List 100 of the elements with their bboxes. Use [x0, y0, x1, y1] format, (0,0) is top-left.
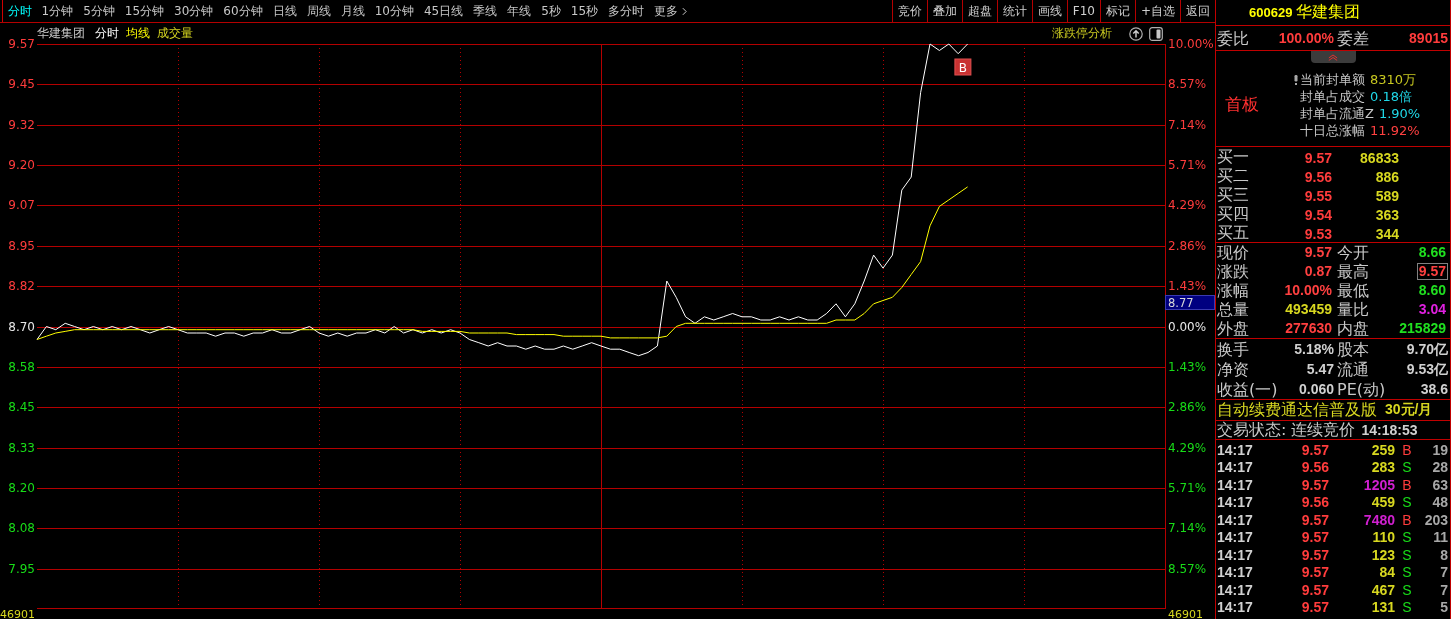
trade-count: 8	[1439, 546, 1448, 563]
stat-label: 净资	[1217, 359, 1249, 379]
period-tab[interactable]: 30分钟	[168, 0, 218, 22]
toolbar-button[interactable]: +自选	[1134, 0, 1180, 22]
period-tab[interactable]: 60分钟	[217, 0, 268, 22]
legend-label: 均线	[126, 25, 150, 42]
stat-label: PE(动)	[1337, 379, 1386, 399]
collapse-button[interactable]	[1310, 51, 1356, 63]
trade-volume: 131	[1370, 599, 1395, 616]
quote-label: 涨跌	[1217, 262, 1249, 281]
period-tab[interactable]: 15秒	[565, 0, 603, 22]
stat-value: 9.53亿	[1406, 359, 1448, 379]
toolbar-button[interactable]: 统计	[996, 0, 1032, 22]
trade-price: 9.57	[1300, 599, 1329, 616]
period-tab[interactable]: 5分钟	[77, 0, 120, 22]
promo-price[interactable]: 30元/月	[1385, 401, 1433, 419]
period-tab[interactable]: 季线	[467, 0, 502, 22]
trading-status: 交易状态: 连续竞价	[1217, 419, 1356, 441]
stat-value: 9.70亿	[1406, 339, 1448, 359]
trade-volume: 7480	[1362, 511, 1395, 528]
price-axis-label: 8.95	[8, 238, 35, 253]
trade-time: 14:17	[1217, 511, 1254, 528]
period-tab[interactable]: 10分钟	[369, 0, 419, 22]
trade-price: 9.57	[1300, 511, 1329, 528]
chart-stock-name: 华建集团	[37, 25, 85, 42]
trade-volume: 1205	[1362, 476, 1395, 493]
stat-value: 5.18%	[1294, 339, 1334, 359]
price-axis-label: 7.95	[8, 561, 35, 576]
limit-status-label: 首板	[1225, 93, 1259, 116]
trade-price: 9.57	[1300, 441, 1329, 458]
seal-value: 0.18倍	[1370, 87, 1412, 106]
toolbar-button[interactable]: 竞价	[891, 0, 927, 22]
indicator-label[interactable]: 成交量	[157, 25, 193, 42]
quote-label: 最低	[1337, 281, 1369, 300]
cursor-price-label: 8.77	[1165, 295, 1215, 310]
trade-time: 14:17	[1217, 494, 1254, 511]
quote-label: 最高	[1337, 262, 1369, 281]
toolbar-button[interactable]: 画线	[1031, 0, 1067, 22]
chevron-right-icon	[682, 6, 688, 16]
period-tab[interactable]: 分时	[2, 0, 36, 22]
arrow-up-circle-icon[interactable]	[1129, 26, 1143, 41]
quote-value: 8.66	[1417, 244, 1447, 261]
price-axis-label: 9.45	[8, 77, 35, 92]
trade-side: S	[1401, 599, 1413, 616]
seal-value: 1.90%	[1378, 106, 1421, 121]
period-tab[interactable]: 15分钟	[119, 0, 169, 22]
period-tab[interactable]: 45日线	[418, 0, 468, 22]
price-axis-label: 8.20	[8, 480, 35, 495]
trade-count: 7	[1439, 564, 1448, 581]
quote-value: 493459	[1284, 301, 1333, 318]
toolbar-button[interactable]: 标记	[1099, 0, 1135, 22]
toolbar-button[interactable]: 返回	[1180, 0, 1215, 22]
quote-label: 内盘	[1337, 319, 1369, 338]
quote-value: 0.87	[1303, 263, 1333, 280]
quote-label: 量比	[1337, 300, 1369, 319]
period-tab[interactable]: 月线	[335, 0, 370, 22]
promo-text[interactable]: 自动续费通达信普及版	[1217, 399, 1377, 421]
trade-price: 9.57	[1300, 546, 1329, 563]
trade-volume: 84	[1378, 564, 1395, 581]
trade-side: S	[1401, 564, 1413, 581]
toolbar-button[interactable]: 超盘	[961, 0, 997, 22]
trade-volume: 259	[1370, 441, 1395, 458]
trade-side: S	[1401, 494, 1413, 511]
trade-time: 14:17	[1217, 476, 1254, 493]
status-time: 14:18:53	[1361, 422, 1418, 438]
seal-label: 封单占流通Z	[1300, 104, 1374, 123]
seal-value: 8310万	[1370, 70, 1417, 89]
percent-axis-label: 4.29%	[1168, 198, 1207, 213]
percent-axis-label: 7.14%	[1168, 521, 1207, 536]
volume-axis-label: 46901	[0, 608, 35, 619]
toolbar-button[interactable]: 叠加	[926, 0, 962, 22]
trade-time: 14:17	[1217, 441, 1254, 458]
trade-volume: 467	[1370, 581, 1395, 598]
percent-axis-label: 2.86%	[1168, 238, 1207, 253]
trade-price: 9.57	[1300, 564, 1329, 581]
bid-price: 9.53	[1303, 225, 1332, 242]
period-tab[interactable]: 年线	[501, 0, 536, 22]
seal-label: 当前封单额	[1300, 70, 1365, 89]
limit-analysis-button[interactable]: 涨跌停分析	[1052, 25, 1112, 42]
trade-time: 14:17	[1217, 599, 1254, 616]
more-button[interactable]: 更多	[648, 0, 692, 22]
period-tab[interactable]: 1分钟	[36, 0, 78, 22]
price-axis-label: 8.33	[8, 440, 35, 455]
trade-volume: 123	[1370, 546, 1395, 563]
trade-side: B	[1401, 476, 1413, 493]
stat-label: 换手	[1217, 339, 1249, 359]
trade-time: 14:17	[1217, 529, 1254, 546]
panel-toggle-icon[interactable]	[1149, 26, 1163, 41]
period-tab[interactable]: 多分时	[602, 0, 649, 22]
trade-count: 5	[1439, 599, 1448, 616]
stock-name: 华建集团	[1296, 2, 1361, 23]
period-tab[interactable]: 周线	[301, 0, 336, 22]
trade-volume: 283	[1370, 459, 1395, 476]
toolbar-button[interactable]: F10	[1066, 0, 1100, 22]
period-tab[interactable]: 日线	[267, 0, 302, 22]
quote-label: 今开	[1337, 243, 1369, 262]
trade-side: S	[1401, 546, 1413, 563]
period-tab[interactable]: 5秒	[535, 0, 566, 22]
trade-side: S	[1401, 529, 1413, 546]
percent-axis-label: 2.86%	[1168, 400, 1207, 415]
